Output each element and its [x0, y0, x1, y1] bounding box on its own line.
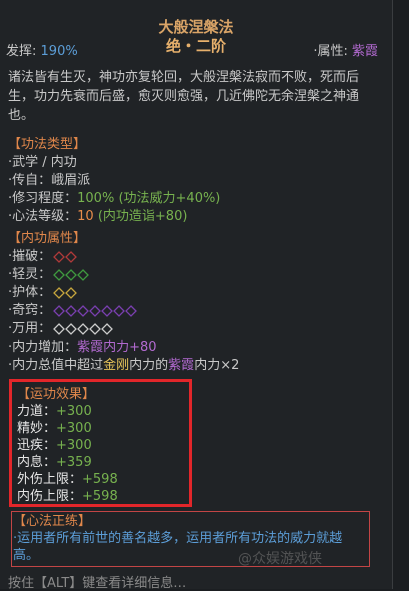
attr-row-label: ·万用： — [8, 321, 52, 336]
effects-title: 【运功效果】 — [17, 387, 96, 402]
effects-section: 【运功效果】 力道：+300 精妙：+300 迅疾：+300 内息：+359 外… — [17, 386, 118, 505]
diamond-icon — [77, 268, 90, 281]
diamond-icon — [89, 322, 102, 335]
attr-diamonds — [53, 322, 115, 335]
attribute: ·属性: 紫霞 — [313, 40, 378, 59]
attr-diamonds — [53, 286, 79, 299]
neili-section: ·内力增加：紫霞内力+80 ·内力总值中超过金刚内力的紫霞内力×2 — [8, 339, 239, 375]
type-section-title: 【功法类型】 — [8, 137, 87, 152]
attr-diamonds — [53, 304, 139, 317]
attribute-value: 紫霞 — [351, 44, 378, 59]
type-row: ·修习程度：100% (功法威力+40%) — [8, 191, 221, 206]
diamond-icon — [101, 304, 114, 317]
attr-row-label: ·摧破： — [8, 249, 52, 264]
diamond-icon — [65, 304, 78, 317]
skill-description: 诸法皆有生灭，神功亦复轮回，大般涅槃法寂而不败，死而后生，功力先衰而后盛，愈灭则… — [8, 70, 360, 123]
effect-row: 力道：+300 — [17, 404, 92, 419]
diamond-icon — [65, 286, 78, 299]
attr-section: 【内功属性】 ·摧破： ·轻灵： ·护体： ·奇窍： ·万用： — [8, 230, 139, 338]
watermark: @众娱游戏侠 — [238, 551, 322, 567]
attr-section-title: 【内功属性】 — [8, 231, 87, 246]
effect-rate: 发挥: 190% — [6, 40, 78, 59]
type-row: ·武学 / 内功 — [8, 155, 77, 170]
diamond-icon — [53, 304, 66, 317]
effect-row: 内伤上限：+598 — [17, 489, 118, 504]
effect-rate-value: 190% — [40, 44, 78, 59]
attr-diamonds — [53, 250, 79, 263]
type-row: ·传自：峨眉派 — [8, 173, 91, 188]
diamond-icon — [77, 322, 90, 335]
diamond-icon — [53, 286, 66, 299]
diamond-icon — [65, 322, 78, 335]
attr-row-label: ·奇窍： — [8, 303, 52, 318]
effect-row: 内息：+359 — [17, 455, 92, 470]
tooltip-panel: 大般涅槃法 绝・二阶 发挥: 190% ·属性: 紫霞 诸法皆有生灭，神功亦复轮… — [0, 0, 393, 591]
type-section: 【功法类型】 ·武学 / 内功 ·传自：峨眉派 ·修习程度：100% (功法威力… — [8, 136, 220, 226]
diamond-icon — [77, 304, 90, 317]
diamond-icon — [65, 268, 78, 281]
diamond-icon — [53, 250, 66, 263]
diamond-icon — [53, 322, 66, 335]
attribute-label: ·属性: — [313, 44, 348, 59]
effect-row: 精妙：+300 — [17, 421, 92, 436]
diamond-icon — [125, 304, 138, 317]
attr-row: ·轻灵： — [8, 266, 139, 284]
effect-row: 外伤上限：+598 — [17, 472, 118, 487]
attr-diamonds — [53, 268, 91, 281]
attr-row-label: ·轻灵： — [8, 267, 52, 282]
type-row: ·心法等级：10 (内功造诣+80) — [8, 209, 188, 224]
attr-row: ·万用： — [8, 320, 139, 338]
diamond-icon — [101, 322, 114, 335]
skill-title: 大般涅槃法 — [158, 18, 234, 36]
neili-line-2: ·内力总值中超过金刚内力的紫霞内力×2 — [8, 358, 240, 373]
neili-line-1: ·内力增加：紫霞内力+80 — [8, 340, 157, 355]
effect-row: 迅疾：+300 — [17, 438, 92, 453]
heart-title: 【心法正练】 — [13, 514, 92, 529]
attr-row: ·摧破： — [8, 248, 139, 266]
attr-row: ·护体： — [8, 284, 139, 302]
diamond-icon — [65, 250, 78, 263]
attr-row-label: ·护体： — [8, 285, 52, 300]
diamond-icon — [113, 304, 126, 317]
effect-rate-label: 发挥: — [6, 44, 37, 59]
attr-rows: ·摧破： ·轻灵： ·护体： ·奇窍： ·万用： — [8, 248, 139, 338]
diamond-icon — [89, 304, 102, 317]
diamond-icon — [53, 268, 66, 281]
alt-hint: 按住【ALT】键查看详细信息… — [8, 576, 187, 591]
attr-row: ·奇窍： — [8, 302, 139, 320]
